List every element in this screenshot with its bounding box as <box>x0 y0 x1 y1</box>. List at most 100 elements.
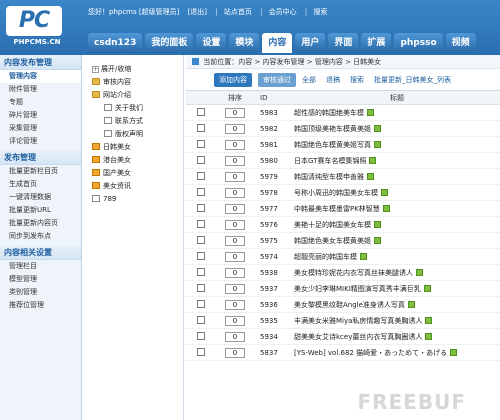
sidebar-item[interactable]: 推荐位管理 <box>0 299 81 312</box>
row-title-link[interactable]: 超靓亮丽的韩国车模 <box>294 253 357 261</box>
logout-link[interactable]: [退出] <box>188 8 207 16</box>
tab-5[interactable]: 用户 <box>295 33 326 53</box>
sidebar-item[interactable]: 生成首页 <box>0 178 81 191</box>
row-checkbox[interactable] <box>197 347 205 356</box>
order-input[interactable]: 0 <box>225 267 245 278</box>
row-checkbox[interactable] <box>197 283 205 292</box>
row-title-link[interactable]: 美艳十足的韩国美女车模 <box>294 221 371 229</box>
row-title-link[interactable]: 韩国绝色车模黄美姬写真 <box>294 141 371 149</box>
tree-node[interactable]: + 展开/收缩 <box>84 63 183 76</box>
search-link[interactable]: 搜索 <box>314 8 328 16</box>
sidebar-item[interactable]: 管理栏目 <box>0 260 81 273</box>
tab-6[interactable]: 界面 <box>328 33 359 53</box>
sidebar-item[interactable]: 批量更新栏目页 <box>0 165 81 178</box>
row-checkbox[interactable] <box>197 251 205 260</box>
tab-1[interactable]: 我的面板 <box>145 33 194 53</box>
order-input[interactable]: 0 <box>225 315 245 326</box>
row-checkbox[interactable] <box>197 235 205 244</box>
tab-8[interactable]: phpsso <box>394 33 443 53</box>
order-input[interactable]: 0 <box>225 251 245 262</box>
tree-node[interactable]: 789 <box>84 193 183 206</box>
sidebar-item[interactable]: 采集管理 <box>0 122 81 135</box>
recycle-link[interactable]: 退稿 <box>326 75 340 85</box>
order-input[interactable]: 0 <box>225 155 245 166</box>
nav-group-title[interactable]: 发布管理 <box>0 150 81 165</box>
row-title-link[interactable]: 甜美美女艾诗kcey蕾丝内衣写真胸圈诱人 <box>294 333 422 341</box>
order-input[interactable]: 0 <box>225 347 245 358</box>
sidebar-item[interactable]: 同步到发布点 <box>0 230 81 243</box>
row-title-link[interactable]: 号称小周迅的韩国美女车模 <box>294 189 378 197</box>
row-title-link[interactable]: 韩国顶级美艳车模黄美姬 <box>294 125 371 133</box>
order-input[interactable]: 0 <box>225 203 245 214</box>
search-link[interactable]: 搜索 <box>350 75 364 85</box>
row-title-link[interactable]: 丰满美女米雅Miya私房情趣写真美胸诱人 <box>294 317 422 325</box>
member-center-link[interactable]: 会员中心 <box>269 8 297 16</box>
tree-node[interactable]: 日韩美女 <box>84 141 183 154</box>
tab-3[interactable]: 模块 <box>229 33 260 53</box>
row-title-link[interactable]: 美女少妇李琳MIKI精图演写真秀丰满巨乳 <box>294 285 421 293</box>
sidebar-item[interactable]: 一键清理数据 <box>0 191 81 204</box>
tab-0[interactable]: csdn123 <box>88 33 143 53</box>
sidebar-item[interactable]: 批量更新内容页 <box>0 217 81 230</box>
row-checkbox[interactable] <box>197 203 205 212</box>
add-content-button[interactable]: 添加内容 <box>214 72 252 87</box>
batch-update-link[interactable]: 批量更新_日韩美女_列表 <box>374 75 451 85</box>
filter-all-link[interactable]: 全部 <box>302 75 316 85</box>
row-checkbox[interactable] <box>197 187 205 196</box>
sidebar-item[interactable]: 评论管理 <box>0 135 81 148</box>
order-input[interactable]: 0 <box>225 331 245 342</box>
sidebar-item[interactable]: 碎片管理 <box>0 109 81 122</box>
tab-2[interactable]: 设置 <box>196 33 227 53</box>
main-content: 当前位置：内容 > 内容发布管理 > 管理内容 > 日韩美女 添加内容 审核通过… <box>186 55 500 420</box>
row-checkbox[interactable] <box>197 299 205 308</box>
tree-node[interactable]: 美女资讯 <box>84 180 183 193</box>
row-title-link[interactable]: 日本GT赛车名模集锦照 <box>294 157 366 165</box>
row-checkbox[interactable] <box>197 107 205 116</box>
row-title-link[interactable]: 韩国绝色美女车模黄美姬 <box>294 237 371 245</box>
site-home-link[interactable]: 站点首页 <box>224 8 252 16</box>
nav-group-title[interactable]: 内容相关设置 <box>0 245 81 260</box>
phpcms-logo[interactable]: PC PHPCMS.CN <box>6 6 68 46</box>
row-checkbox[interactable] <box>197 139 205 148</box>
order-input[interactable]: 0 <box>225 107 245 118</box>
order-input[interactable]: 0 <box>225 235 245 246</box>
tree-node[interactable]: 联系方式 <box>84 115 183 128</box>
row-title-link[interactable]: 美女模特珍妮花内衣写真丝袜美腿诱人 <box>294 269 413 277</box>
tab-4[interactable]: 内容 <box>262 33 293 53</box>
order-input[interactable]: 0 <box>225 139 245 150</box>
row-checkbox[interactable] <box>197 155 205 164</box>
row-title-link[interactable]: 韩国清纯型车模申善雅 <box>294 173 364 181</box>
order-input[interactable]: 0 <box>225 123 245 134</box>
sidebar-item[interactable]: 专题 <box>0 96 81 109</box>
tree-node[interactable]: 关于我们 <box>84 102 183 115</box>
sidebar-item[interactable]: 管理内容 <box>0 70 81 83</box>
sidebar-item[interactable]: 批量更新URL <box>0 204 81 217</box>
order-input[interactable]: 0 <box>225 283 245 294</box>
sidebar-item[interactable]: 附件管理 <box>0 83 81 96</box>
tree-node[interactable]: 网站介绍 <box>84 89 183 102</box>
order-input[interactable]: 0 <box>225 219 245 230</box>
row-title-link[interactable]: 中韩最美车模墨雷PK林智慧 <box>294 205 380 213</box>
sidebar-item[interactable]: 模型管理 <box>0 273 81 286</box>
nav-group-title[interactable]: 内容发布管理 <box>0 55 81 70</box>
tab-9[interactable]: 视频 <box>445 33 476 53</box>
row-title-link[interactable]: [YS-Web] vol.682 猫崎爱・あっためて・あげる <box>294 349 447 357</box>
tree-node[interactable]: 版权声明 <box>84 128 183 141</box>
tree-node[interactable]: 审核内容 <box>84 76 183 89</box>
order-input[interactable]: 0 <box>225 187 245 198</box>
sidebar-item[interactable]: 类别管理 <box>0 286 81 299</box>
row-checkbox[interactable] <box>197 123 205 132</box>
row-checkbox[interactable] <box>197 219 205 228</box>
tab-7[interactable]: 扩展 <box>361 33 392 53</box>
row-title-link[interactable]: 超性感的韩国绝美车模 <box>294 109 364 117</box>
row-title-link[interactable]: 美女黎模黑纹鞋Angle准身诱人写真 <box>294 301 405 309</box>
tree-node[interactable]: 国产美女 <box>84 167 183 180</box>
row-checkbox[interactable] <box>197 171 205 180</box>
row-checkbox[interactable] <box>197 315 205 324</box>
order-input[interactable]: 0 <box>225 299 245 310</box>
approve-button[interactable]: 审核通过 <box>258 72 296 87</box>
row-checkbox[interactable] <box>197 267 205 276</box>
row-checkbox[interactable] <box>197 331 205 340</box>
tree-node[interactable]: 港台美女 <box>84 154 183 167</box>
order-input[interactable]: 0 <box>225 171 245 182</box>
